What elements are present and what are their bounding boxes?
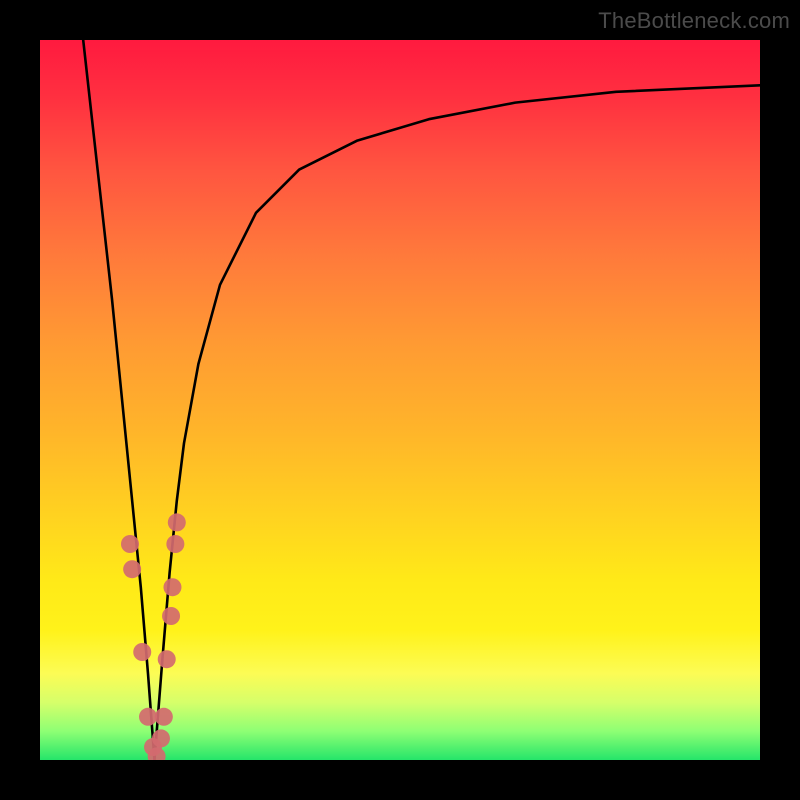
chart-svg: [40, 40, 760, 760]
plot-area: [40, 40, 760, 760]
marker-point: [133, 643, 151, 661]
data-markers: [121, 513, 186, 760]
marker-point: [152, 729, 170, 747]
marker-point: [121, 535, 139, 553]
marker-point: [166, 535, 184, 553]
chart-frame: TheBottleneck.com: [0, 0, 800, 800]
marker-point: [139, 708, 157, 726]
curve-right-branch: [154, 85, 760, 760]
marker-point: [162, 607, 180, 625]
watermark-text: TheBottleneck.com: [598, 8, 790, 34]
marker-point: [168, 513, 186, 531]
marker-point: [155, 708, 173, 726]
marker-point: [158, 650, 176, 668]
marker-point: [163, 578, 181, 596]
marker-point: [123, 560, 141, 578]
curve-lines: [83, 40, 760, 760]
